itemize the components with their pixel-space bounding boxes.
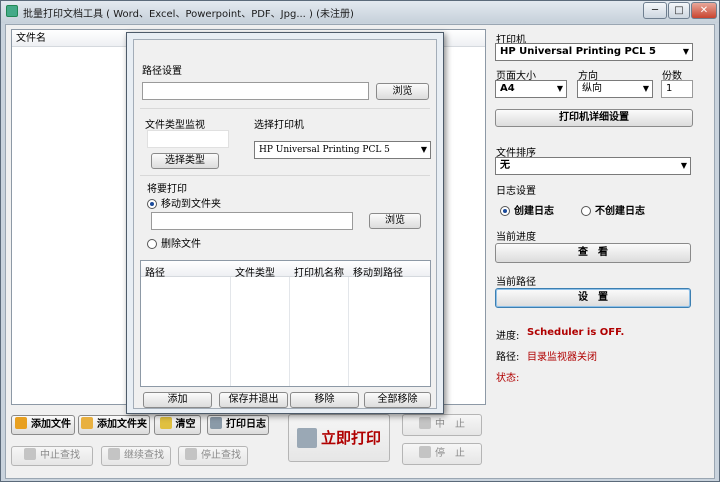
broom-icon [159,417,172,429]
file-sort-select[interactable]: 无 ▼ [495,157,691,175]
grid-header-file-type[interactable]: 文件类型 [235,264,275,279]
minimize-button[interactable]: ─ [643,2,667,19]
radio-checked-icon [500,206,510,216]
printer-select[interactable]: HP Universal Printing PCL 5 ▼ [495,43,693,61]
progress-key: 进度: [496,331,520,342]
page-size-select[interactable]: A4 ▼ [495,80,567,98]
add-folder-button[interactable]: 添加文件夹 [78,415,150,435]
copies-field[interactable]: 1 [661,80,693,98]
grid-header-path[interactable]: 路径 [145,264,165,279]
radio-unchecked-icon [147,239,157,249]
main-window: 批量打印文档工具 ( Word、Excel、Powerpoint、PDF、Jpg… [0,0,720,482]
printer-details-button[interactable]: 打印机详细设置 [495,109,693,127]
path-value: 目录监视器关闭 [527,352,597,363]
chevron-down-icon: ▼ [682,47,689,56]
file-type-input[interactable] [147,130,229,148]
path-key: 路径: [496,352,520,363]
pause-icon [185,448,197,460]
delete-file-radio[interactable]: 删除文件 [147,235,201,250]
app-icon [6,5,18,17]
printer-icon [296,428,317,448]
abort-icon [419,417,431,429]
select-printer-label: 选择打印机 [254,120,304,131]
print-now-button[interactable]: 立即打印 [288,414,390,462]
no-log-radio[interactable]: 不创建日志 [581,202,645,217]
status-key: 状态: [496,373,520,384]
dialog-printer-select[interactable]: HP Universal Printing PCL 5 ▼ [254,141,431,159]
chevron-down-icon: ▼ [642,84,649,93]
add-file-button[interactable]: 添加文件 [11,415,75,435]
grid-header: 路径 文件类型 打印机名称 移动到路径 [141,261,430,279]
window-title: 批量打印文档工具 ( Word、Excel、Powerpoint、PDF、Jpg… [23,9,354,20]
current-progress-label: 当前进度 [496,232,536,243]
path-settings-label: 路径设置 [142,66,182,77]
path-settings-dialog: 路径设置 浏览 文件类型监视 选择类型 选择打印机 HP Universal P… [126,32,444,414]
remove-button[interactable]: 移除 [290,392,359,408]
chevron-down-icon: ▼ [556,84,563,93]
maximize-button[interactable]: □ [668,2,690,19]
log-settings-label: 日志设置 [496,186,536,197]
settings-button[interactable]: 设 置 [495,288,691,308]
grid-header-move-path[interactable]: 移动到路径 [353,264,403,279]
after-print-label: 将要打印 [147,184,187,195]
select-type-button[interactable]: 选择类型 [151,153,219,169]
pause-search-button[interactable]: 停止查找 [178,446,248,466]
view-button[interactable]: 查 看 [495,243,691,263]
chevron-down-icon: ▼ [680,161,687,170]
plus-icon [15,417,27,429]
path-input[interactable] [142,82,369,100]
title-bar: 批量打印文档工具 ( Word、Excel、Powerpoint、PDF、Jpg… [1,1,719,23]
current-path-label: 当前路径 [496,277,536,288]
print-log-button[interactable]: 打印日志 [207,415,269,435]
radio-checked-icon [147,199,157,209]
move-to-folder-radio[interactable]: 移动到文件夹 [147,195,221,210]
browse-button-2[interactable]: 浏览 [369,213,421,229]
remove-all-button[interactable]: 全部移除 [364,392,431,408]
stop-square-icon [419,446,431,458]
browse-button[interactable]: 浏览 [376,83,429,100]
divider [140,108,430,109]
radio-unchecked-icon [581,206,591,216]
column-filename: 文件名 [16,33,46,44]
folder-icon [81,417,93,429]
save-exit-button[interactable]: 保存并退出 [219,392,288,408]
create-log-radio[interactable]: 创建日志 [500,202,554,217]
stop-icon [24,448,36,460]
chevron-down-icon: ▼ [420,145,427,154]
clear-button[interactable]: 清空 [154,415,201,435]
document-icon [210,417,222,429]
play-icon [108,448,120,460]
add-button[interactable]: 添加 [143,392,212,408]
file-type-monitor-label: 文件类型监视 [145,120,205,131]
rules-grid[interactable]: 路径 文件类型 打印机名称 移动到路径 [140,260,431,387]
stop-search-button[interactable]: 中止查找 [11,446,93,466]
progress-value: Scheduler is OFF. [527,327,625,338]
stop-button[interactable]: 停 止 [402,443,482,465]
move-path-input[interactable] [151,212,353,230]
dialog-body: 路径设置 浏览 文件类型监视 选择类型 选择打印机 HP Universal P… [133,39,437,409]
abort-button[interactable]: 中 止 [402,414,482,436]
divider [140,175,430,176]
continue-search-button[interactable]: 继续查找 [101,446,171,466]
close-button[interactable]: ✕ [691,2,717,19]
orientation-select[interactable]: 纵向 ▼ [577,80,653,98]
grid-header-printer-name[interactable]: 打印机名称 [294,264,344,279]
